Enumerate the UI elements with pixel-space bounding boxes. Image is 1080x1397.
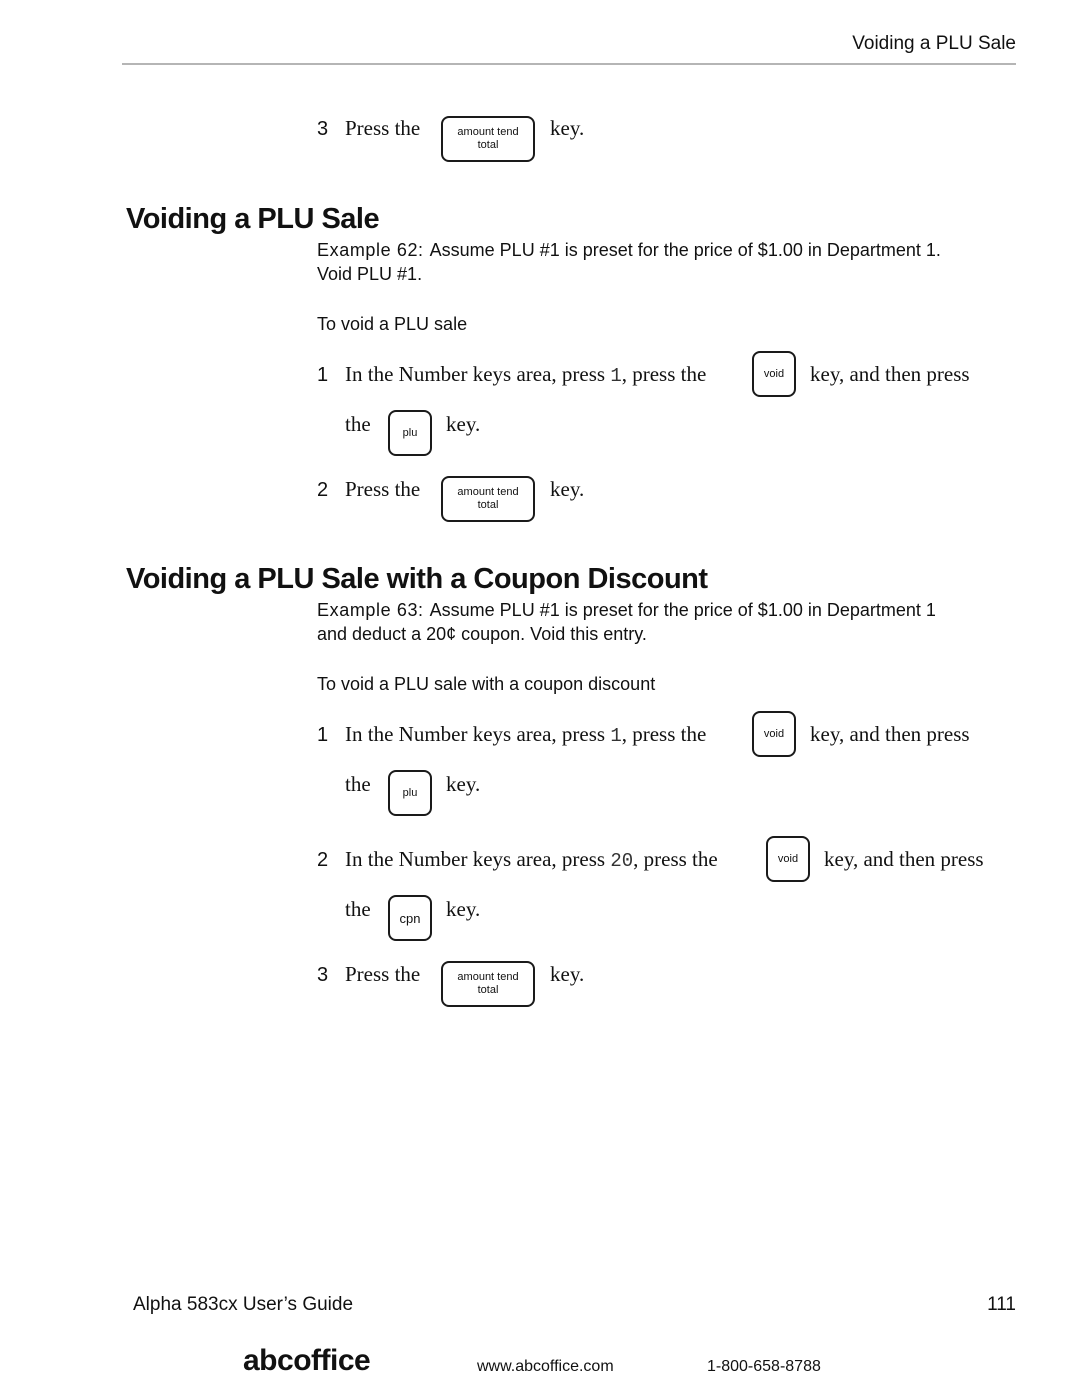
example-label: Example 62:: [317, 240, 424, 260]
step-text: the: [345, 897, 371, 921]
step-text: key.: [550, 477, 585, 501]
brand-logo: abcoffice: [243, 1344, 371, 1377]
step-text: , press the: [621, 362, 707, 386]
plu-key: plu: [388, 770, 432, 816]
guide-title: Alpha 583cx User’s Guide: [133, 1294, 354, 1315]
key-label: void: [777, 852, 799, 865]
step-text: the: [345, 412, 371, 436]
header-rule: [122, 63, 1016, 65]
amount-tend-total-key: amount tend total: [441, 116, 535, 162]
step-text: Press the: [345, 962, 421, 986]
website-link[interactable]: www.abcoffice.com: [477, 1358, 614, 1376]
step-text: key.: [446, 772, 481, 796]
cpn-key: cpn: [388, 895, 432, 941]
step-number: 2: [317, 479, 329, 501]
key-label: total: [477, 499, 499, 511]
step-text: key, and then press: [810, 362, 970, 386]
key-label: total: [477, 139, 499, 151]
step-line: 1 In the Number keys area, press 1, press…: [317, 722, 706, 747]
step-number: 2: [317, 849, 329, 871]
step-line: 2 Press the: [317, 477, 420, 502]
page-number: 111: [987, 1294, 1016, 1315]
plu-key: plu: [388, 410, 432, 456]
step-text: In the Number keys area, press: [345, 362, 611, 386]
key-label: amount tend: [457, 971, 519, 983]
step-text: key.: [446, 897, 481, 921]
section-heading: Voiding a PLU Sale: [126, 203, 380, 235]
step-text: the: [345, 772, 371, 796]
step-number: 1: [317, 364, 329, 386]
number-key-entry: 20: [610, 850, 634, 872]
step-line: 1 In the Number keys area, press 1, press…: [317, 362, 706, 387]
step-number: 1: [317, 724, 329, 746]
key-label: void: [763, 727, 785, 740]
key-label: plu: [402, 786, 418, 799]
running-title: Voiding a PLU Sale: [852, 33, 1016, 54]
step-text: key, and then press: [810, 722, 970, 746]
step-line: 3 Press the: [317, 116, 420, 141]
step-number: 3: [317, 118, 329, 140]
example-label: Example 63:: [317, 600, 424, 620]
amount-tend-total-key: amount tend total: [441, 476, 535, 522]
step-text: key, and then press: [824, 847, 984, 871]
key-label: plu: [402, 426, 418, 439]
procedure-title: To void a PLU sale: [317, 314, 468, 334]
key-label: total: [477, 984, 499, 996]
example-text: and deduct a 20¢ coupon. Void this entry…: [317, 624, 647, 644]
example-paragraph: Example 63: Assume PLU #1 is preset for t…: [317, 598, 1017, 646]
void-key: void: [766, 836, 810, 882]
section-heading: Voiding a PLU Sale with a Coupon Discoun…: [126, 563, 708, 595]
step-line: 3 Press the: [317, 962, 420, 987]
step-text: , press the: [621, 722, 707, 746]
number-key-entry: 1: [610, 725, 622, 747]
step-text: key.: [446, 412, 481, 436]
void-key: void: [752, 351, 796, 397]
key-label: amount tend: [457, 486, 519, 498]
void-key: void: [752, 711, 796, 757]
example-paragraph: Example 62: Assume PLU #1 is preset for t…: [317, 238, 1017, 286]
key-label: cpn: [399, 910, 421, 926]
step-text: Press the: [345, 477, 421, 501]
step-text: key.: [550, 116, 585, 140]
key-label: amount tend: [457, 126, 519, 138]
step-text: key.: [550, 962, 585, 986]
step-text: In the Number keys area, press: [345, 722, 611, 746]
amount-tend-total-key: amount tend total: [441, 961, 535, 1007]
example-text: Void PLU #1.: [317, 264, 423, 284]
step-text: In the Number keys area, press: [345, 847, 611, 871]
phone-number: 1-800-658-8788: [707, 1358, 821, 1375]
step-number: 3: [317, 964, 329, 986]
example-text: Assume PLU #1 is preset for the price of…: [429, 600, 936, 620]
key-label: void: [763, 367, 785, 380]
step-text: Press the: [345, 116, 421, 140]
number-key-entry: 1: [610, 365, 622, 387]
step-text: , press the: [633, 847, 718, 871]
step-line: 2 In the Number keys area, press 20, pres…: [317, 847, 718, 872]
example-text: Assume PLU #1 is preset for the price of…: [429, 240, 941, 260]
procedure-title: To void a PLU sale with a coupon discoun…: [317, 674, 656, 694]
